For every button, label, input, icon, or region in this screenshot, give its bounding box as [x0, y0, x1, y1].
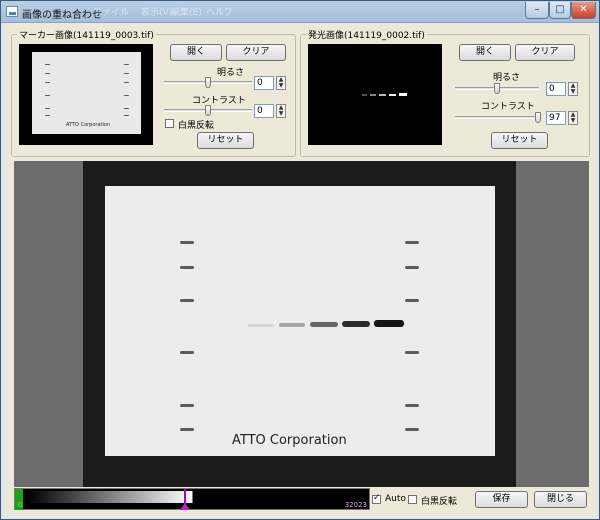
luminescence-contrast-label: コントラスト — [481, 102, 535, 112]
marker-band-left — [180, 404, 194, 407]
thumb-signal-band — [379, 94, 386, 96]
marker-band-left — [180, 241, 194, 244]
thumb-marker-band — [45, 115, 50, 116]
close-window-button[interactable]: ✕ — [571, 2, 596, 19]
marker-band-right — [405, 241, 419, 244]
marker-open-button[interactable]: 開く — [170, 44, 222, 61]
main-invert-label: 白黒反転 — [421, 497, 458, 507]
lut-cursor-handle[interactable] — [180, 503, 190, 510]
thumb-marker-band — [124, 115, 129, 116]
signal-band — [248, 324, 274, 327]
spin-down-icon[interactable]: ▼ — [571, 117, 576, 124]
thumb-marker-band — [124, 108, 129, 109]
spin-down-icon[interactable]: ▼ — [279, 110, 284, 117]
thumb-marker-band — [124, 95, 129, 96]
luminescence-contrast-spinner[interactable]: ▲ ▼ — [568, 111, 578, 125]
luminescence-image-group: 発光画像(141119_0002.tif) 開く クリア 明るさ 0 ▲ ▼ コン… — [300, 28, 590, 157]
marker-band-left — [180, 428, 194, 431]
luminescence-brightness-slider-thumb[interactable] — [494, 83, 500, 94]
ghost-menu-view: 表示(V) — [141, 8, 173, 18]
lut-gradient-bar[interactable]: 0 32023 — [14, 488, 370, 510]
thumb-signal-band — [399, 93, 407, 96]
marker-brightness-slider-thumb[interactable] — [205, 77, 211, 88]
overlay-image-text: ATTO Corporation — [232, 433, 347, 448]
luminescence-brightness-spinner[interactable]: ▲ ▼ — [568, 82, 578, 96]
luminescence-contrast-slider-thumb[interactable] — [535, 112, 541, 123]
luminescence-clear-button[interactable]: クリア — [515, 44, 575, 61]
marker-band-right — [405, 428, 419, 431]
marker-brightness-spinner[interactable]: ▲ ▼ — [276, 76, 286, 90]
marker-group-title: マーカー画像(141119_0003.tif) — [17, 28, 156, 41]
marker-contrast-input[interactable]: 0 — [254, 104, 274, 118]
thumb-marker-band — [45, 73, 50, 74]
marker-reset-button[interactable]: リセット — [197, 132, 254, 149]
overlay-image[interactable]: ATTO Corporation — [83, 161, 516, 487]
signal-band — [310, 322, 338, 327]
lut-min-value: 0 — [18, 501, 23, 509]
marker-band-left — [180, 266, 194, 269]
luminescence-open-button[interactable]: 開く — [459, 44, 511, 61]
app-window-icon — [6, 6, 18, 17]
marker-brightness-input[interactable]: 0 — [254, 76, 274, 90]
thumb-marker-band — [45, 82, 50, 83]
marker-thumbnail-membrane: ATTO Corporation — [32, 52, 141, 134]
marker-band-right — [405, 351, 419, 354]
marker-band-right — [405, 266, 419, 269]
marker-band-left — [180, 351, 194, 354]
thumb-marker-band — [124, 82, 129, 83]
maximize-button[interactable]: □ — [549, 2, 571, 19]
thumb-marker-band — [45, 64, 50, 65]
window-title: 画像の重ね合わせ — [22, 10, 102, 21]
thumb-marker-band — [124, 73, 129, 74]
signal-band — [279, 323, 305, 327]
membrane: ATTO Corporation — [105, 186, 495, 456]
signal-band — [342, 321, 370, 327]
marker-contrast-slider-thumb[interactable] — [205, 105, 211, 116]
thumb-signal-band — [370, 94, 376, 96]
marker-band-right — [405, 299, 419, 302]
title-bar[interactable]: 画像の重ね合わせ ファイル 表示(V) 編集(E) ヘルプ – □ ✕ — [1, 1, 599, 23]
marker-invert-label: 白黒反転 — [178, 121, 215, 131]
marker-band-right — [405, 404, 419, 407]
luminescence-brightness-input[interactable]: 0 — [546, 82, 566, 96]
marker-band-left — [180, 299, 194, 302]
marker-contrast-spinner[interactable]: ▲ ▼ — [276, 104, 286, 118]
lut-gradient — [21, 491, 357, 503]
spin-down-icon[interactable]: ▼ — [279, 82, 284, 89]
thumb-marker-band — [124, 64, 129, 65]
thumb-marker-band — [45, 95, 50, 96]
thumb-signal-band — [389, 94, 396, 96]
save-button[interactable]: 保存 — [475, 491, 528, 508]
marker-thumbnail: ATTO Corporation — [19, 44, 153, 145]
marker-thumbnail-text: ATTO Corporation — [66, 122, 111, 128]
spin-down-icon[interactable]: ▼ — [571, 88, 576, 95]
main-invert-checkbox[interactable] — [408, 495, 417, 504]
marker-image-group: マーカー画像(141119_0003.tif) ATTO Corporation — [11, 28, 296, 157]
luminescence-brightness-label: 明るさ — [493, 73, 521, 83]
thumb-signal-band — [362, 94, 367, 96]
minimize-button[interactable]: – — [525, 2, 549, 19]
ghost-menu-help: ヘルプ — [206, 8, 234, 18]
ghost-menu-edit: 編集(E) — [171, 8, 202, 18]
marker-brightness-label: 明るさ — [217, 68, 245, 78]
luminescence-reset-button[interactable]: リセット — [491, 132, 548, 149]
signal-band — [374, 320, 404, 327]
auto-label: Auto — [385, 494, 406, 504]
auto-checkbox[interactable] — [372, 493, 381, 504]
lut-max-value: 32023 — [344, 501, 367, 509]
marker-invert-checkbox[interactable] — [165, 119, 174, 128]
overlay-viewer[interactable]: ATTO Corporation — [14, 161, 589, 487]
luminescence-thumbnail — [308, 44, 442, 145]
marker-contrast-label: コントラスト — [192, 96, 246, 106]
luminescence-contrast-track[interactable] — [455, 116, 539, 119]
thumb-marker-band — [45, 108, 50, 109]
ghost-menu-file: ファイル — [93, 8, 130, 18]
luminescence-group-title: 発光画像(141119_0002.tif) — [306, 28, 427, 41]
close-button[interactable]: 閉じる — [534, 491, 587, 508]
marker-clear-button[interactable]: クリア — [226, 44, 286, 61]
client-area: マーカー画像(141119_0003.tif) ATTO Corporation — [5, 23, 596, 517]
luminescence-contrast-input[interactable]: 97 — [546, 111, 566, 125]
overlay-window: 画像の重ね合わせ ファイル 表示(V) 編集(E) ヘルプ – □ ✕ マーカー… — [0, 0, 600, 520]
